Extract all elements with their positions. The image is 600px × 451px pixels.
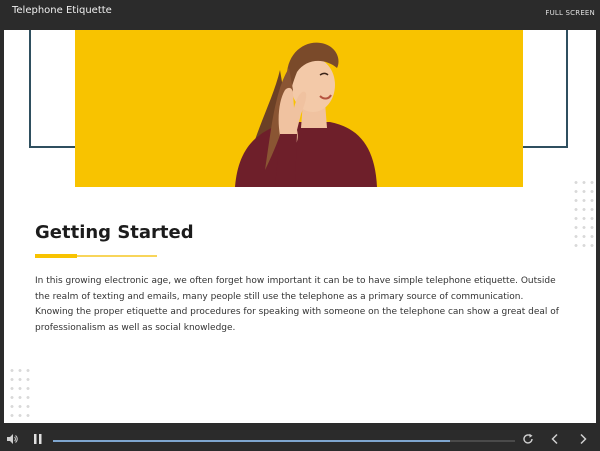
hero-image bbox=[75, 30, 523, 187]
woman-listening-illustration bbox=[235, 42, 377, 187]
decorative-dots bbox=[572, 178, 596, 248]
slide-canvas: Getting Started In this growing electron… bbox=[4, 30, 596, 423]
slide-heading: Getting Started bbox=[35, 222, 194, 243]
previous-icon[interactable] bbox=[549, 433, 561, 445]
next-icon[interactable] bbox=[577, 433, 589, 445]
slide-body-text: In this growing electronic age, we often… bbox=[35, 276, 559, 333]
replay-icon[interactable] bbox=[522, 433, 534, 445]
heading-underline bbox=[35, 254, 157, 258]
progress-fill bbox=[53, 440, 451, 442]
title-bar: Telephone Etiquette FULL SCREEN bbox=[0, 0, 600, 30]
progress-bar[interactable] bbox=[53, 440, 515, 442]
heading-underline-accent bbox=[35, 254, 77, 258]
decorative-dots bbox=[8, 366, 32, 423]
full-screen-button[interactable]: FULL SCREEN bbox=[545, 9, 595, 17]
course-title: Telephone Etiquette bbox=[12, 5, 112, 16]
volume-icon[interactable] bbox=[6, 433, 18, 445]
pause-icon[interactable] bbox=[33, 433, 43, 445]
player-controls bbox=[0, 427, 600, 451]
